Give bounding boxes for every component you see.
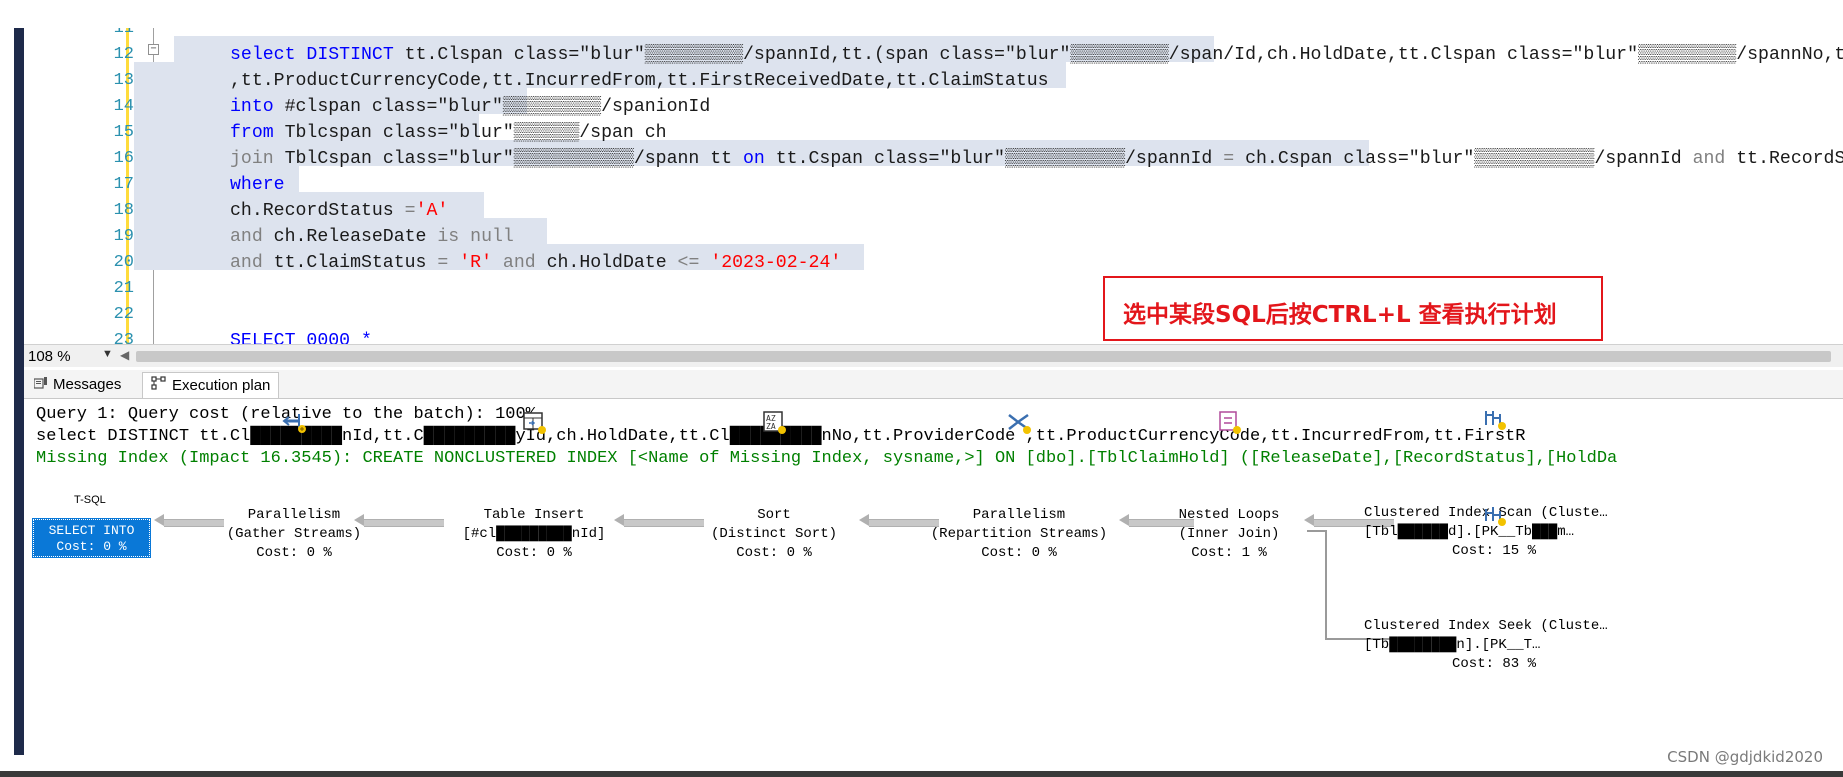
tab-label: Messages [53,376,122,393]
node-subtitle: (Gather Streams) [226,526,362,542]
horizontal-scrollbar[interactable] [136,351,1831,362]
code-text: SELECT 0000 * [230,331,372,344]
line-number: 15 [113,123,134,142]
line-number: 11 [113,28,134,38]
plan-node-select-into[interactable]: SELECT INTO Cost: 0 % [32,518,151,558]
sort-icon: AZ ZA [763,411,786,434]
missing-index-hint[interactable]: Missing Index (Impact 16.3545): CREATE N… [36,449,1617,468]
code-text: and tt.ClaimStatus = 'R' and ch.HoldDate… [230,253,842,273]
line-number: 12 [113,45,134,64]
code-text: select DISTINCT tt.Clspan class="blur"▒▒… [230,45,1843,65]
line-number: 16 [113,149,134,168]
execution-plan-icon [151,373,167,398]
node-cost: Cost: 1 % [1191,545,1267,561]
node-cost: Cost: 83 % [1451,656,1536,672]
code-text: and ch.ReleaseDate is null [230,227,514,247]
node-cost: Cost: 0 % [496,545,572,561]
plan-node-table-insert[interactable] [419,409,649,438]
node-cost: Cost: 0 % [736,545,812,561]
node-subtitle: (Inner Join) [1178,526,1280,542]
line-number: 18 [113,201,134,220]
plan-node-label: Parallelism (Repartition Streams) Cost: … [894,506,1144,563]
nested-loops-icon [1219,411,1241,434]
tab-label: Execution plan [172,377,271,394]
line-number: 14 [113,97,134,116]
watermark-text: CSDN @gdjdkid2020 [1667,748,1823,766]
annotation-text: 选中某段SQL后按CTRL+L 查看执行计划 [1123,302,1557,328]
window-frame-bottom [0,771,1843,777]
code-text: ch.RecordStatus ='A' [230,201,449,221]
node-cost: Cost: 0 % [256,545,332,561]
node-title: SELECT INTO [48,523,135,538]
tab-messages[interactable]: Messages [33,372,122,397]
node-title: Nested Loops [1178,507,1280,523]
sql-editor[interactable]: − 11 12 select DISTINCT tt.Clspan class=… [24,28,1843,344]
chevron-down-icon[interactable]: ▼ [102,348,113,360]
plan-node-sort[interactable]: AZ ZA [684,409,864,438]
arrowhead [154,514,164,526]
node-title: Clustered Index Seek (Cluste… [1364,618,1608,634]
code-text: where [230,175,285,195]
line-number: 21 [113,279,134,298]
line-number: 19 [113,227,134,246]
table-insert-icon [523,412,546,434]
tsql-label: T-SQL [74,494,106,506]
node-cost: Cost: 0 % [56,539,127,554]
code-text: into #clspan class="blur"▒▒▒▒▒▒▒▒▒/spani… [230,97,711,117]
execution-plan-pane[interactable]: Query 1: Query cost (relative to the bat… [24,399,1843,759]
annotation-callout: 选中某段SQL后按CTRL+L 查看执行计划 [1103,276,1603,341]
scroll-left-icon[interactable]: ◀ [120,348,129,362]
plan-node-clustered-index-seek[interactable] [1364,501,1624,530]
parallelism-repartition-icon [1008,413,1031,434]
node-title: Parallelism [247,507,341,523]
node-title: Table Insert [483,507,585,523]
plan-node-parallelism-gather[interactable] [204,409,384,437]
code-line[interactable]: 15 from Tblcspan class="blur"▒▒▒▒▒▒/span… [24,120,1843,146]
editor-status-bar: 108 % ▼ ◀ [24,344,1843,367]
clustered-index-seek-icon [1485,507,1506,526]
node-title: Parallelism [972,507,1066,523]
plan-node-clustered-index-scan[interactable] [1364,405,1624,434]
code-text: from Tblcspan class="blur"▒▒▒▒▒▒/span ch [230,123,667,143]
line-number: 23 [113,331,134,344]
code-line[interactable]: 18 ch.RecordStatus ='A' [24,198,1843,224]
code-text: ,tt.ProductCurrencyCode,tt.IncurredFrom,… [230,71,1049,91]
window-frame-left [14,28,24,755]
code-line[interactable]: 19 and ch.ReleaseDate is null [24,224,1843,250]
code-line[interactable]: 20 and tt.ClaimStatus = 'R' and ch.HoldD… [24,250,1843,276]
node-subtitle: [#cl█████████nId] [462,526,606,542]
code-line[interactable]: 11 [24,28,1843,42]
node-cost: Cost: 15 % [1451,543,1536,559]
tab-execution-plan[interactable]: Execution plan [142,372,280,398]
code-line[interactable]: 12 select DISTINCT tt.Clspan class="blur… [24,42,1843,68]
code-line[interactable]: 14 into #clspan class="blur"▒▒▒▒▒▒▒▒▒/sp… [24,94,1843,120]
node-subtitle: (Repartition Streams) [930,526,1108,542]
code-line[interactable]: 13 ,tt.ProductCurrencyCode,tt.IncurredFr… [24,68,1843,94]
line-number: 17 [113,175,134,194]
code-text: join TblCspan class="blur"▒▒▒▒▒▒▒▒▒▒▒/sp… [230,149,1843,169]
line-number: 22 [113,305,134,324]
plan-node-label: Sort (Distinct Sort) Cost: 0 % [684,506,864,563]
plan-node-nested-loops[interactable] [1144,409,1314,438]
messages-icon [33,372,48,397]
code-line[interactable]: 16 join TblCspan class="blur"▒▒▒▒▒▒▒▒▒▒▒… [24,146,1843,172]
results-tabs: Messages Execution plan [24,370,1843,399]
node-subtitle: [Tb████████n].[PK__T… [1364,637,1541,653]
plan-node-label: Clustered Index Seek (Cluste… [Tb███████… [1364,617,1624,674]
node-cost: Cost: 0 % [981,545,1057,561]
line-number: 13 [113,71,134,90]
svg-text:ZA: ZA [766,422,776,431]
plan-node-parallelism-repartition[interactable] [894,409,1144,438]
node-title: Sort [757,507,791,523]
code-line[interactable]: 17 where [24,172,1843,198]
plan-node-label: Parallelism (Gather Streams) Cost: 0 % [204,506,384,563]
plan-node-label: Table Insert [#cl█████████nId] Cost: 0 % [419,506,649,563]
node-subtitle: (Distinct Sort) [710,526,838,542]
clustered-index-scan-icon [1485,411,1506,430]
line-number: 20 [113,253,134,272]
plan-node-label: Nested Loops (Inner Join) Cost: 1 % [1144,506,1314,563]
parallelism-gather-icon [282,414,306,433]
branch-connector [1325,530,1327,639]
zoom-level[interactable]: 108 % [28,348,71,365]
